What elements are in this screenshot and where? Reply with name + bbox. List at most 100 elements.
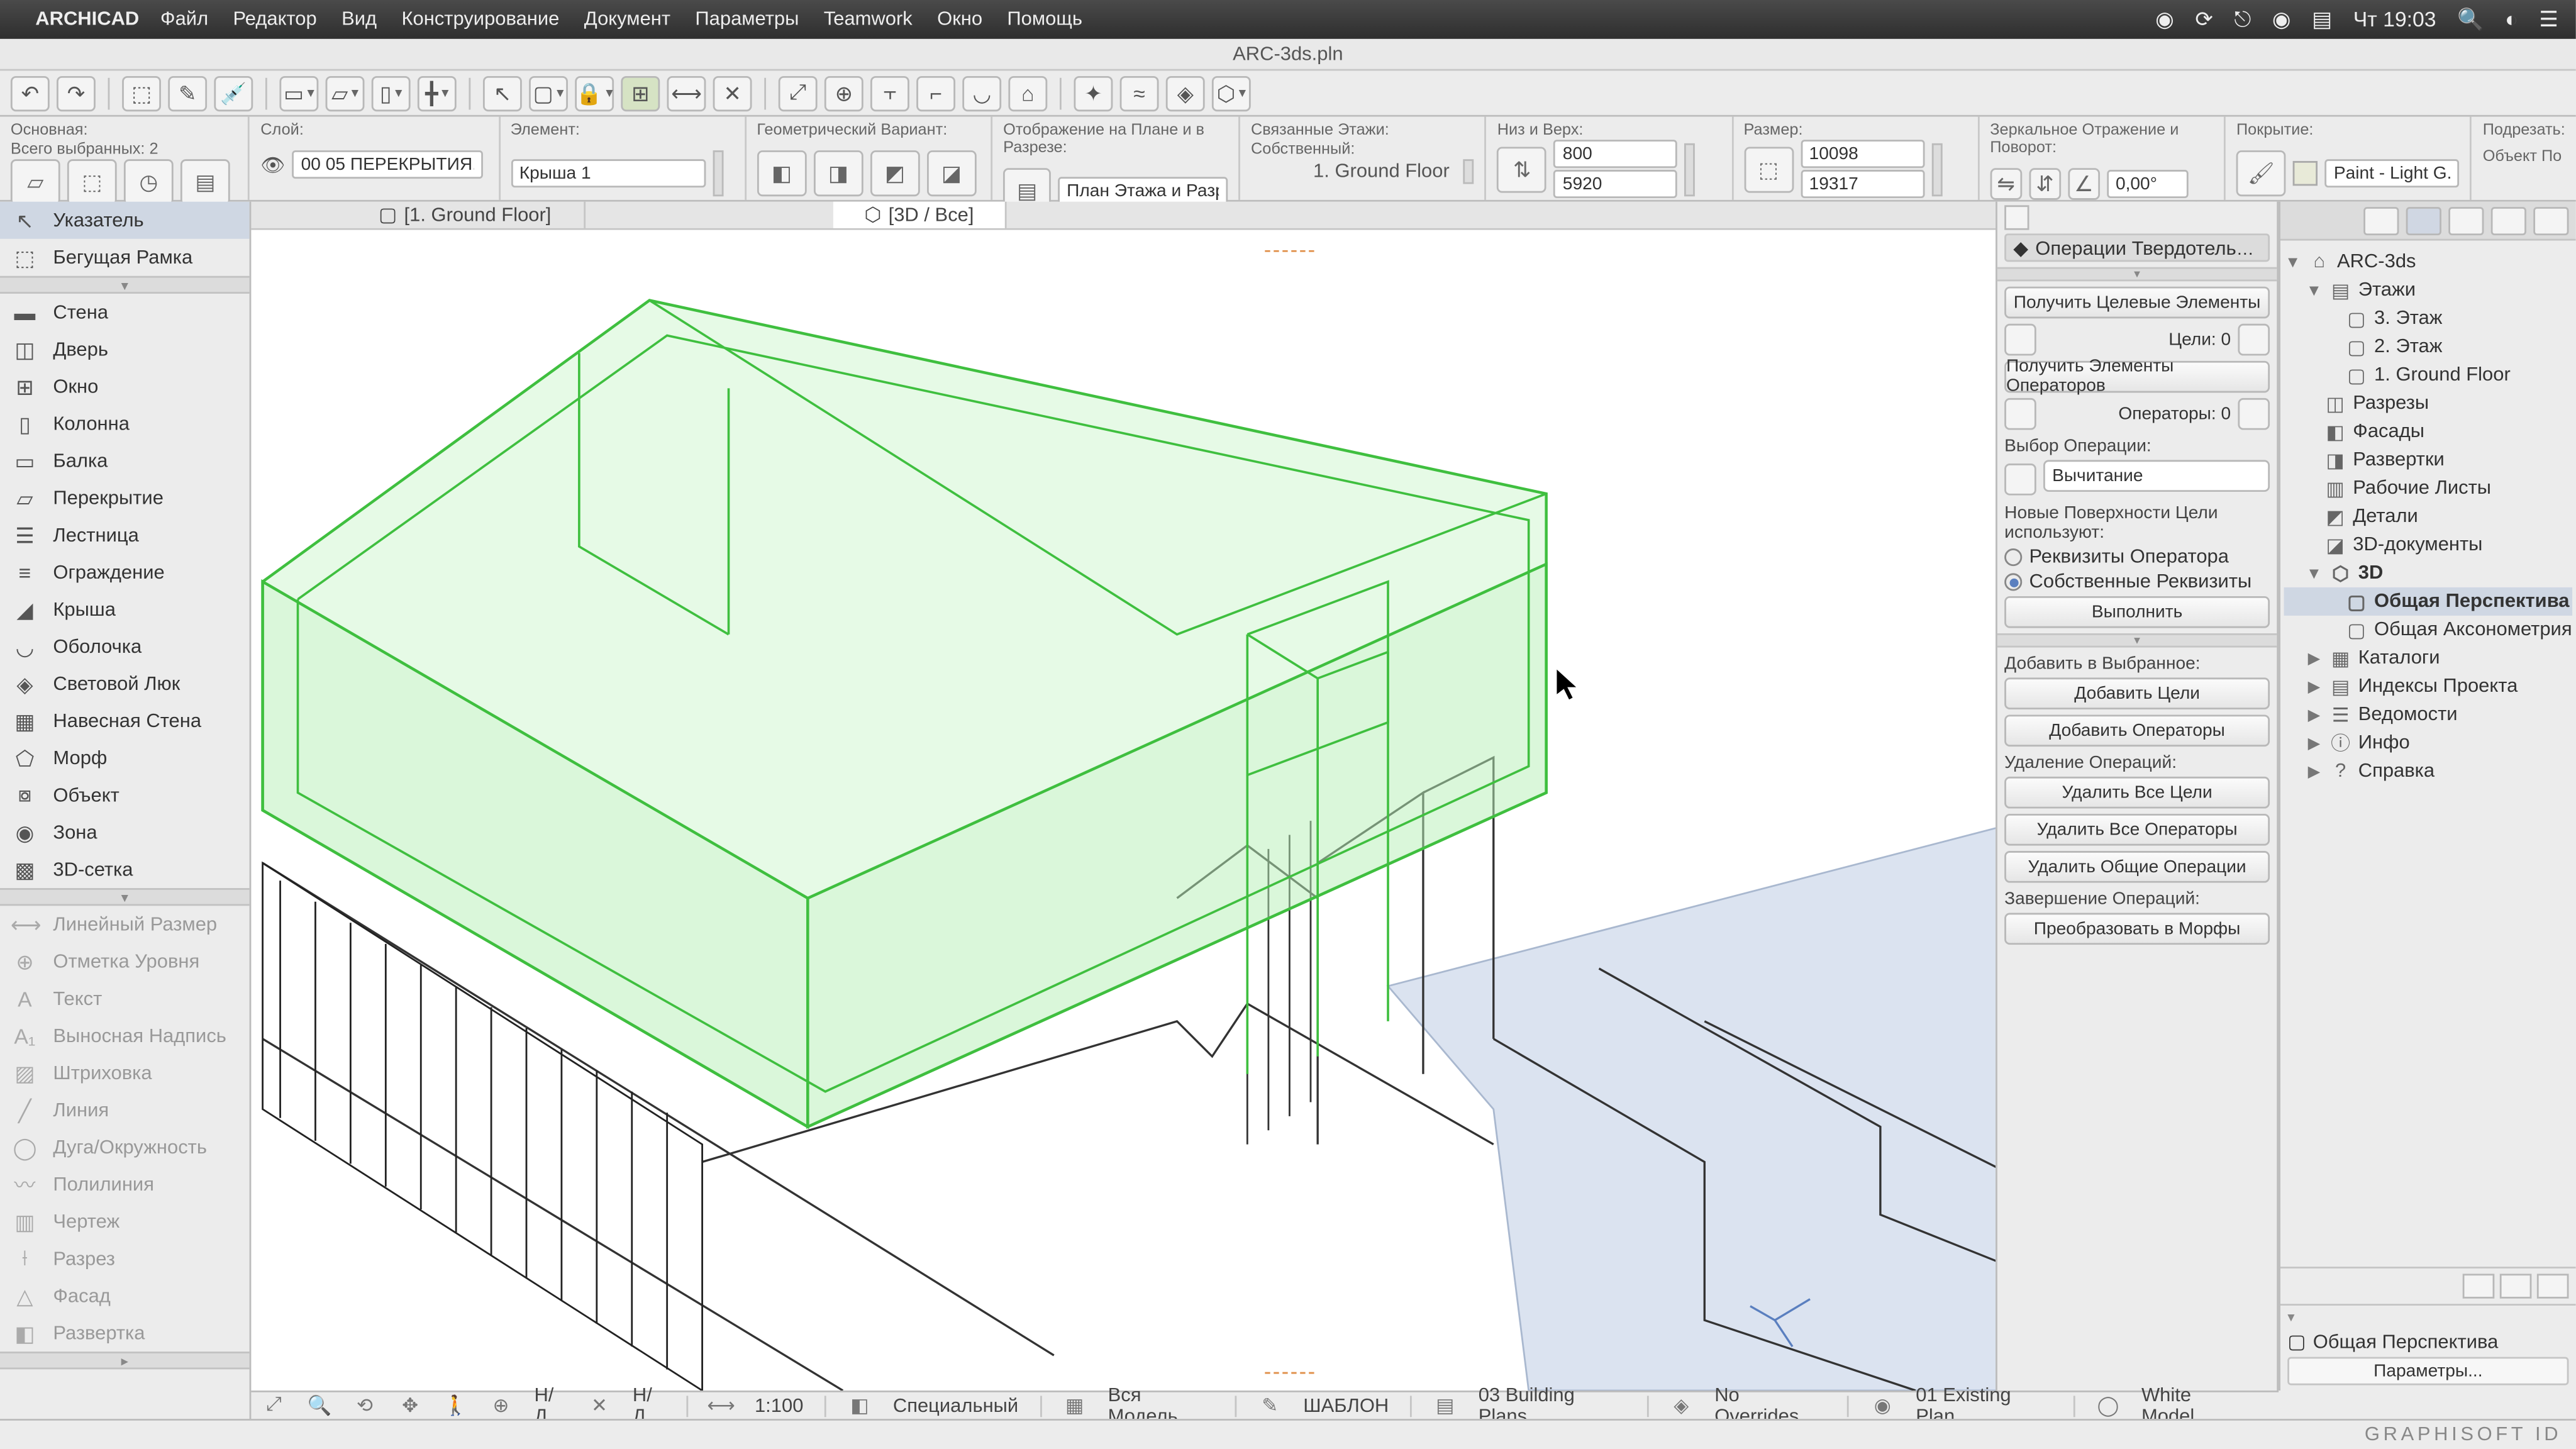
spotlight-icon[interactable]: 🔍 xyxy=(2457,7,2484,31)
nav-copy-icon[interactable] xyxy=(2500,1274,2532,1298)
tool-mesh[interactable]: ▩3D-сетка xyxy=(0,851,250,888)
element-field[interactable] xyxy=(511,159,705,187)
paint-icon[interactable]: 🖌 xyxy=(2236,150,2286,196)
nav-sections[interactable]: ◫Разрезы xyxy=(2284,389,2573,418)
measure-button[interactable]: ⟷ xyxy=(667,75,706,111)
tool-divider-1[interactable]: ▾ xyxy=(0,276,250,294)
story-handle[interactable] xyxy=(1463,159,1474,184)
nav-3d[interactable]: ▼⬡3D xyxy=(2284,559,2573,587)
shape-rect[interactable]: ▢ xyxy=(529,75,568,111)
op-icon[interactable] xyxy=(2004,463,2036,495)
view3d-icon[interactable]: ◈ xyxy=(1166,75,1205,111)
tool-object[interactable]: ⧇Объект xyxy=(0,777,250,814)
tool-shell[interactable]: ◡Оболочка xyxy=(0,628,250,665)
radio-operator-attrs[interactable]: Реквизиты Оператора xyxy=(2004,547,2270,568)
ra-collapse-1[interactable]: ▾ xyxy=(1997,267,2277,282)
sb-orbit-icon[interactable]: ✥ xyxy=(398,1393,422,1418)
sb-pen-icon[interactable]: ✎ xyxy=(1258,1393,1282,1418)
tool-elevation[interactable]: △Фасад xyxy=(0,1277,250,1314)
bottom-field[interactable] xyxy=(1554,140,1678,168)
tool-roof[interactable]: ◢Крыша xyxy=(0,591,250,628)
menu-window[interactable]: Окно xyxy=(937,9,982,30)
sync-icon[interactable]: ⟳ xyxy=(2195,7,2212,31)
undo-button[interactable]: ↶ xyxy=(11,75,50,111)
panel-settings-icon[interactable] xyxy=(2004,205,2029,230)
syringe-button[interactable]: 💉 xyxy=(214,75,253,111)
mirror-h-icon[interactable]: ⇋ xyxy=(1990,168,2022,200)
eye-icon[interactable]: 👁 xyxy=(260,153,285,176)
nav-mode-5[interactable] xyxy=(2533,206,2568,235)
delete-common-button[interactable]: Удалить Общие Операции xyxy=(2004,851,2270,883)
magic-icon[interactable]: ✦ xyxy=(1074,75,1113,111)
add-targets-button[interactable]: Добавить Цели xyxy=(2004,677,2270,709)
pick-button[interactable]: ⬚ xyxy=(122,75,161,111)
tool-curtain[interactable]: ▦Навесная Стена xyxy=(0,702,250,740)
tool-railing[interactable]: ≡Ограждение xyxy=(0,553,250,591)
wifi-icon[interactable]: ◉ xyxy=(2272,7,2290,31)
tool-zone[interactable]: ◉Зона xyxy=(0,814,250,851)
size-handle[interactable] xyxy=(1931,142,1942,195)
to-morphs-button[interactable]: Преобразовать в Морфы xyxy=(2004,913,2270,945)
sb-split-icon[interactable]: ✕ xyxy=(587,1393,611,1418)
tool-marquee[interactable]: ⬚Бегущая Рамка xyxy=(0,239,250,276)
angle-field[interactable] xyxy=(2107,170,2188,198)
elev-handle[interactable] xyxy=(1685,142,1696,195)
corner-icon[interactable]: ⌐ xyxy=(916,75,955,111)
nav-details[interactable]: ◩Детали xyxy=(2284,502,2573,531)
nav-mode-3[interactable] xyxy=(2448,206,2484,235)
clock[interactable]: Чт 19:03 xyxy=(2353,7,2436,31)
mirror-v-icon[interactable]: ⇵ xyxy=(2029,168,2061,200)
brand-text[interactable]: GRAPHISOFT ID xyxy=(2365,1423,2562,1445)
nav-params-button[interactable]: Параметры... xyxy=(2287,1357,2568,1385)
select-all-icon[interactable]: ⬚ xyxy=(67,159,117,205)
geo-icon2[interactable]: ◨ xyxy=(813,150,863,196)
persp-icon[interactable]: ⬡ xyxy=(1212,75,1251,111)
menu-options[interactable]: Параметры xyxy=(695,9,799,30)
tool-window[interactable]: ⊞Окно xyxy=(0,368,250,405)
tool-section[interactable]: ⟊Разрез xyxy=(0,1240,250,1277)
layer-field[interactable] xyxy=(292,150,484,179)
nav-worksheets[interactable]: ▥Рабочие Листы xyxy=(2284,474,2573,502)
angle-icon[interactable]: ∠ xyxy=(2068,168,2100,200)
delete-all-targets-button[interactable]: Удалить Все Цели xyxy=(2004,777,2270,809)
tool-arc[interactable]: ◯Дуга/Окружность xyxy=(0,1129,250,1166)
geo-icon1[interactable]: ◧ xyxy=(757,150,806,196)
sb-template[interactable]: ШАБЛОН xyxy=(1303,1395,1389,1416)
nav-mode-2[interactable] xyxy=(2406,206,2441,235)
shape-lock[interactable]: 🔒 xyxy=(575,75,614,111)
menu-document[interactable]: Документ xyxy=(584,9,670,30)
tool-skylight[interactable]: ◈Световой Люк xyxy=(0,665,250,702)
suspend-button[interactable]: ⊞ xyxy=(621,75,660,111)
tool-column[interactable]: ▯Колонна xyxy=(0,405,250,442)
bluetooth-icon[interactable]: ⎋ xyxy=(2234,6,2251,33)
nav-mode-1[interactable] xyxy=(2363,206,2399,235)
viewport-3d[interactable] xyxy=(251,230,2279,1391)
sb-special-icon[interactable]: ◧ xyxy=(848,1393,872,1418)
plan-section-field[interactable] xyxy=(1058,177,1228,205)
notifications-icon[interactable]: ☰ xyxy=(2539,7,2558,31)
tool-divider-3[interactable]: ▸ xyxy=(0,1352,250,1369)
tool-label[interactable]: A₁Выносная Надпись xyxy=(0,1017,250,1054)
trim-icon[interactable]: ⤢ xyxy=(779,75,818,111)
sb-home-icon[interactable]: ⊕ xyxy=(489,1393,513,1418)
nav-elevations[interactable]: ◧Фасады xyxy=(2284,418,2573,446)
render-icon[interactable]: ≈ xyxy=(1120,75,1159,111)
surface-field[interactable] xyxy=(2325,159,2460,187)
elev-icon[interactable]: ⇅ xyxy=(1497,146,1547,192)
tab-ground-floor[interactable]: ▢[1. Ground Floor] xyxy=(347,202,585,228)
grid-snap[interactable]: ╋ xyxy=(418,75,457,111)
tool-polyline[interactable]: 〰Полилиния xyxy=(0,1166,250,1203)
tab-3d-all[interactable]: ⬡[3D / Все] xyxy=(833,202,1008,228)
menu-help[interactable]: Помощь xyxy=(1007,9,1082,30)
tool-stair[interactable]: ☰Лестница xyxy=(0,516,250,553)
tool-dim-linear[interactable]: ⟷Линейный Размер xyxy=(0,906,250,943)
radio-own-attrs[interactable]: Собственные Реквизиты xyxy=(2004,572,2270,593)
nav-delete-icon[interactable] xyxy=(2537,1274,2569,1298)
nav-info[interactable]: ▶ⓘИнфо xyxy=(2284,729,2573,757)
redo-button[interactable]: ↷ xyxy=(57,75,96,111)
nav-story-2[interactable]: ▢2. Этаж xyxy=(2284,333,2573,361)
tool-door[interactable]: ◫Дверь xyxy=(0,331,250,368)
nav-stories[interactable]: ▼▤Этажи xyxy=(2284,276,2573,304)
tool-dim-level[interactable]: ⊕Отметка Уровня xyxy=(0,943,250,980)
operation-select[interactable]: Вычитание xyxy=(2043,460,2270,492)
